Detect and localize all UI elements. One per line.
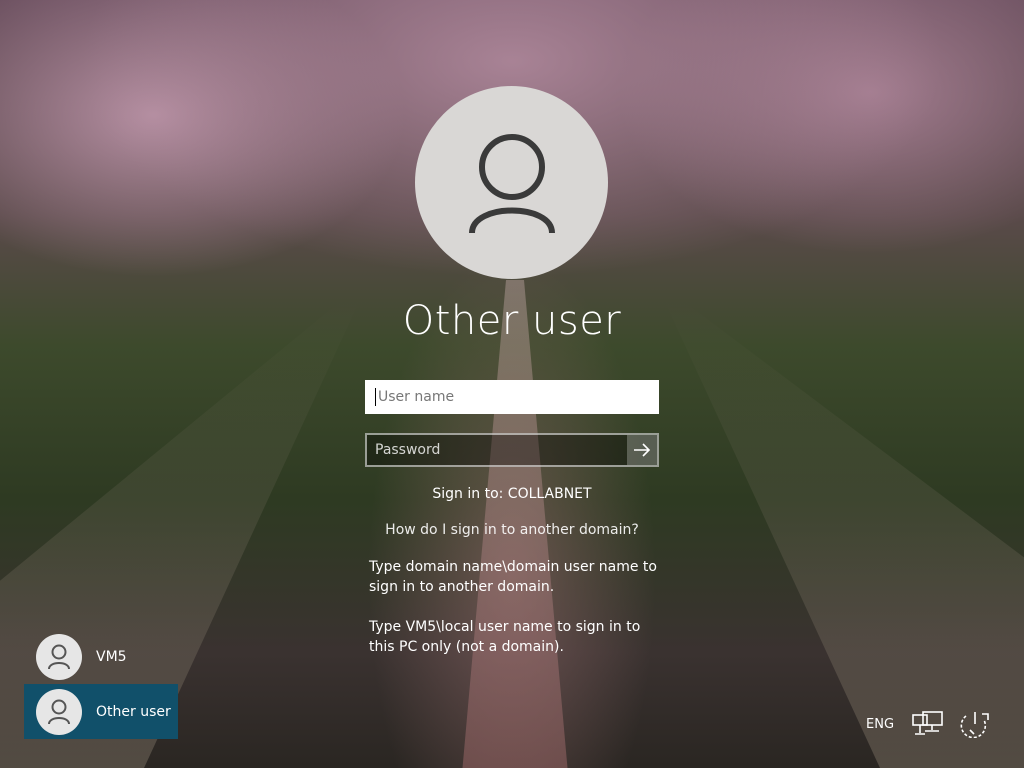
user-tile-label: VM5 [96,648,127,665]
background-path-right [664,300,1024,768]
user-avatar [415,86,608,279]
username-input[interactable]: User name [365,380,659,414]
network-button[interactable] [912,710,944,738]
submit-button[interactable] [627,435,657,465]
user-tile-other-user[interactable]: Other user [24,684,178,739]
arrow-right-icon [634,443,651,457]
language-indicator[interactable]: ENG [866,710,894,738]
sign-in-domain-text: Sign in to: COLLABNET [432,486,592,502]
user-icon [468,133,555,234]
user-tile-vm5[interactable]: VM5 [24,629,178,684]
user-tile-label: Other user [96,703,171,720]
user-icon [48,699,70,724]
info-local-text: Type VM5\local user name to sign in to t… [369,619,641,655]
info-domain-text: Type domain name\domain user name to sig… [369,559,657,595]
network-icon [912,711,943,735]
page-title: Other user [402,298,622,344]
ease-of-access-button[interactable] [958,710,992,738]
power-icon [960,712,989,738]
tile-avatar [36,633,82,680]
tile-avatar [36,688,82,735]
password-input[interactable]: Password [365,433,659,467]
username-placeholder: User name [378,389,455,405]
password-placeholder: Password [375,442,441,458]
text-caret [375,388,376,406]
help-link[interactable]: How do I sign in to another domain? [312,522,712,538]
user-icon [48,644,70,669]
